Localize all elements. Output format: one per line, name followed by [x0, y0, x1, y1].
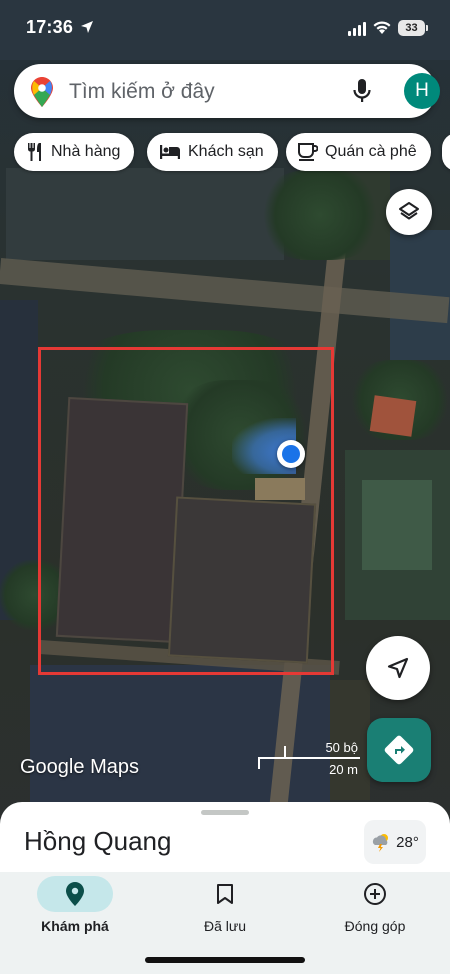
sheet-drag-handle[interactable]: [201, 810, 249, 815]
selected-area-outline: [38, 347, 334, 675]
logo-maps-text: Maps: [90, 756, 139, 778]
map-layers-button[interactable]: [386, 189, 432, 235]
explore-pin-icon: [66, 882, 84, 906]
wifi-icon: [373, 21, 391, 34]
chip-restaurants[interactable]: Nhà hàng: [14, 133, 135, 171]
microphone-icon[interactable]: [352, 78, 372, 104]
scale-tick-metric: [258, 757, 260, 769]
navigation-arrow-icon: [387, 657, 409, 679]
chip-coffee[interactable]: Quán cà phê: [286, 133, 431, 171]
nav-contribute-indicator: [337, 876, 413, 912]
thunderstorm-icon: [373, 834, 389, 852]
google-maps-logo: Google Maps: [20, 756, 139, 779]
nav-label: Đóng góp: [344, 918, 406, 934]
nav-explore-indicator: [37, 876, 113, 912]
chip-hotels[interactable]: Khách sạn: [147, 133, 278, 171]
scale-metric-label: 20 m: [329, 762, 358, 777]
restaurant-icon: [28, 143, 41, 161]
weather-badge[interactable]: 28°: [364, 820, 426, 864]
directions-icon: [384, 735, 414, 765]
place-title: Hồng Quang: [24, 826, 172, 856]
logo-google-text: Google: [20, 756, 85, 778]
battery-indicator: 33: [398, 20, 428, 36]
map-scale: 50 bộ 20 m: [258, 740, 360, 777]
nav-contribute[interactable]: Đóng góp: [300, 872, 450, 952]
location-services-icon: [81, 21, 93, 33]
weather-temp: 28°: [396, 833, 419, 851]
nav-explore[interactable]: Khám phá: [0, 872, 150, 952]
hotel-icon: [160, 145, 180, 159]
nav-label: Khám phá: [41, 918, 109, 934]
google-maps-pin-icon: [31, 77, 53, 107]
bookmark-icon: [217, 884, 233, 904]
cellular-signal-icon: [348, 22, 366, 36]
chip-more[interactable]: [442, 133, 450, 171]
chip-label: Quán cà phê: [325, 143, 417, 160]
coffee-icon: [298, 143, 318, 161]
scale-bar: [258, 757, 360, 759]
scale-imperial-label: 50 bộ: [325, 740, 358, 755]
directions-button[interactable]: [367, 718, 431, 782]
search-placeholder[interactable]: Tìm kiếm ở đây: [69, 80, 215, 104]
nav-saved[interactable]: Đã lưu: [150, 872, 300, 952]
category-chips: Nhà hàng Khách sạn Quán cà phê: [14, 133, 450, 171]
account-avatar[interactable]: H: [404, 73, 440, 109]
chip-label: Nhà hàng: [51, 143, 121, 160]
chip-label: Khách sạn: [188, 143, 264, 160]
current-location-dot: [277, 440, 305, 468]
search-bar[interactable]: Tìm kiếm ở đây H: [14, 64, 440, 118]
nav-saved-indicator: [187, 876, 263, 912]
home-indicator[interactable]: [145, 957, 305, 963]
status-bar: 17:36 33: [0, 0, 450, 54]
nav-label: Đã lưu: [203, 918, 247, 934]
status-time: 17:36: [26, 17, 74, 37]
layers-icon: [399, 202, 419, 220]
my-location-button[interactable]: [366, 636, 430, 700]
add-circle-icon: [364, 883, 386, 905]
